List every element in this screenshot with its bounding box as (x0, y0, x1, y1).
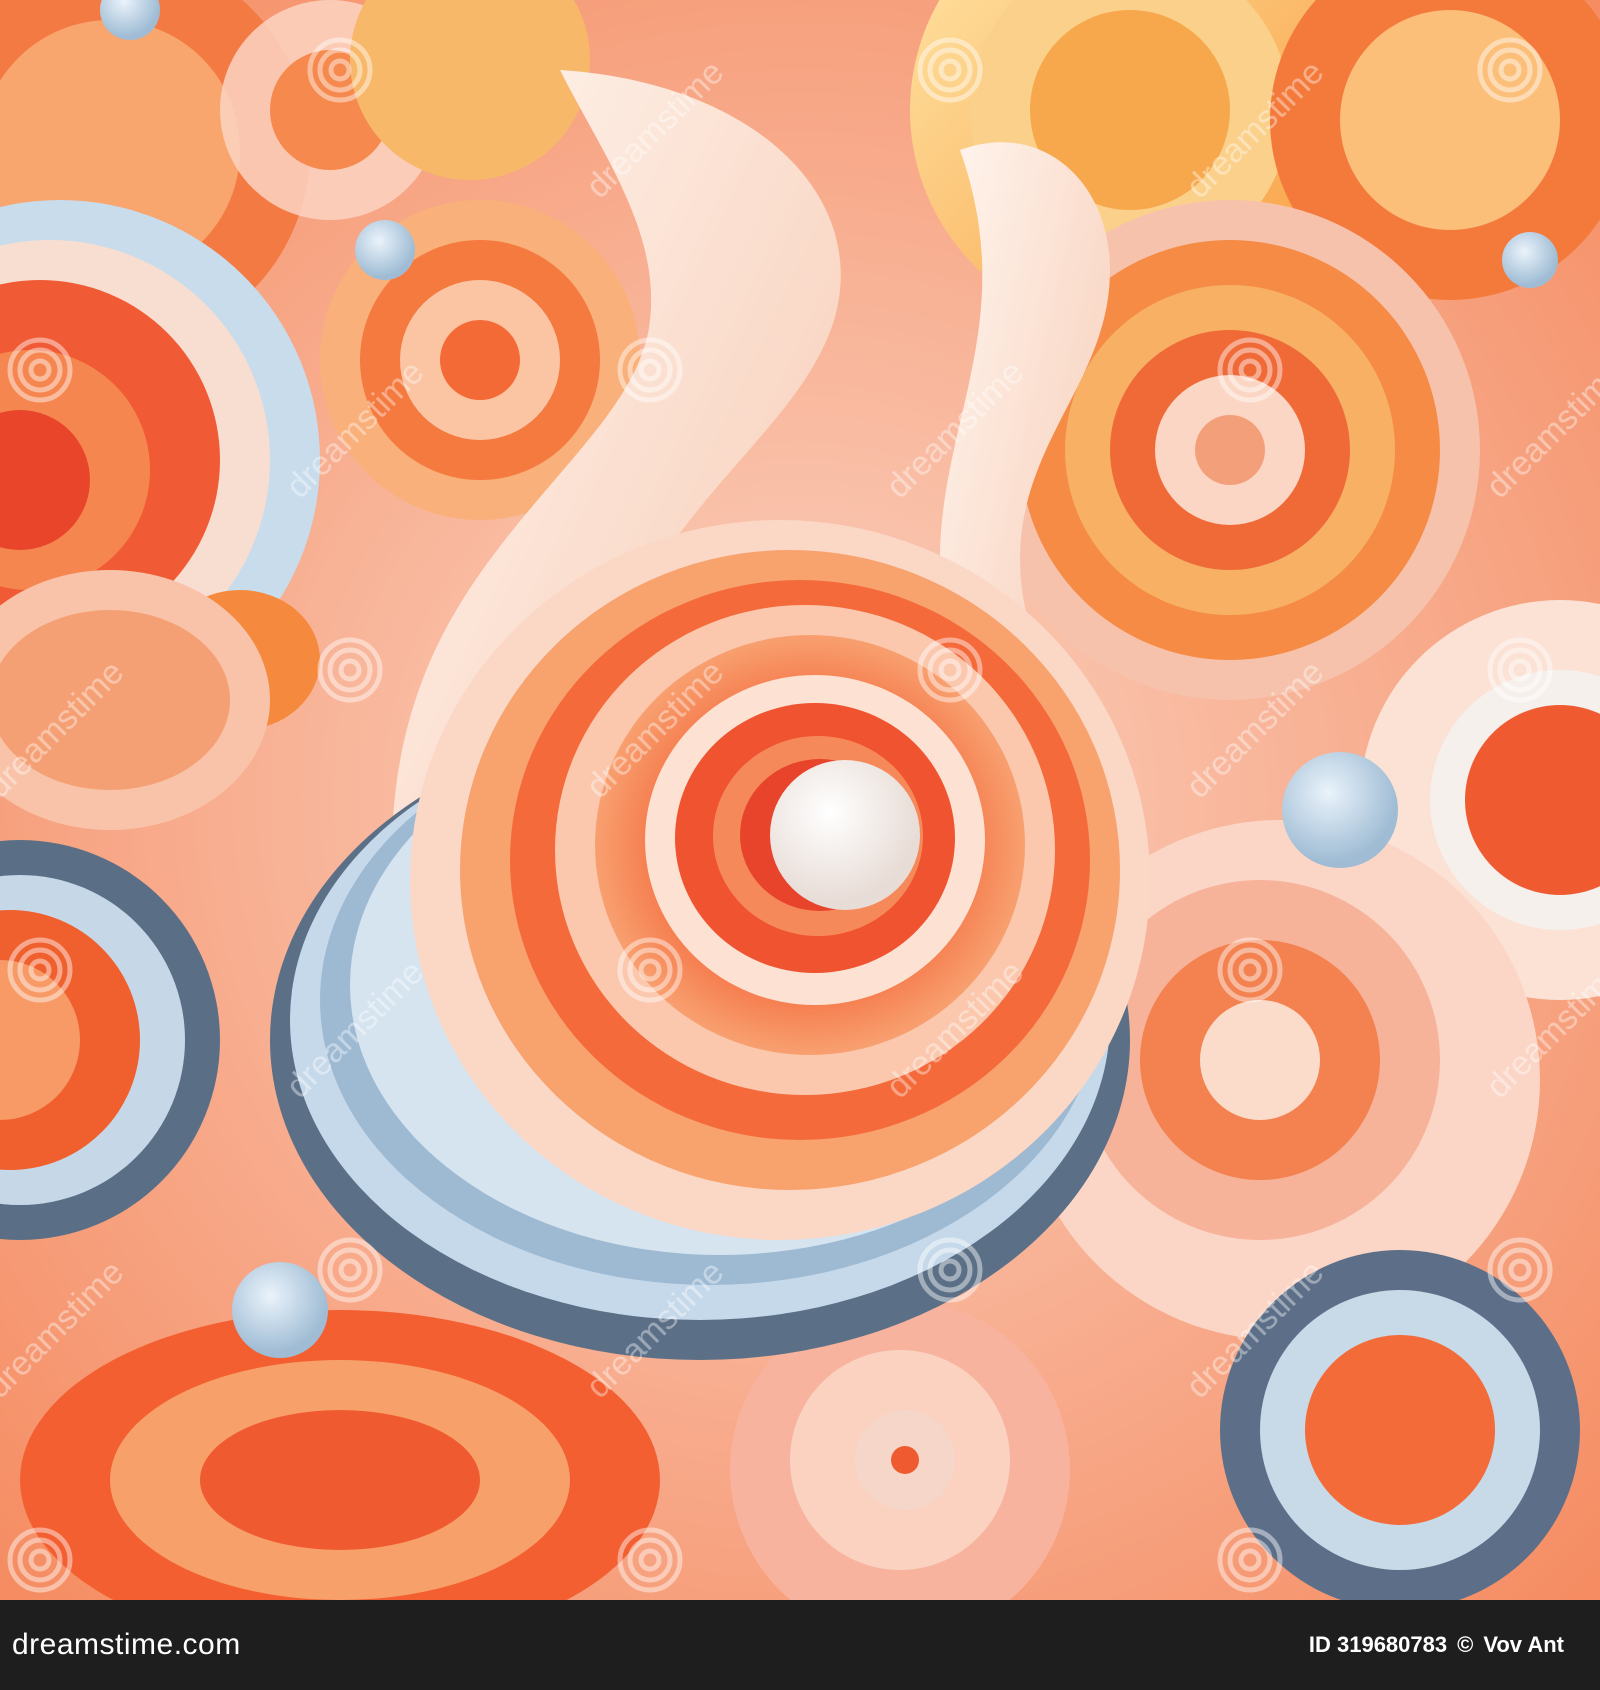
blue-sphere (1282, 752, 1398, 868)
image-id: ID 319680783 (1308, 1632, 1448, 1657)
credit-footer: dreamstime.com ID 319680783 © Vov Ant (0, 1600, 1600, 1690)
swirl-artwork (0, 0, 1600, 1600)
blue-sphere (1502, 232, 1558, 288)
blue-sphere (232, 1262, 328, 1358)
copyright-symbol: © (1457, 1632, 1474, 1657)
site-name[interactable]: dreamstime.com (12, 1628, 241, 1662)
author-name: Vov Ant (1483, 1632, 1564, 1657)
stock-photo-frame: dreamstime dreamstime dreamstime dreamst… (0, 0, 1600, 1690)
center-sphere (770, 760, 920, 910)
blue-sphere (355, 220, 415, 280)
image-credit: ID 319680783 © Vov Ant (1309, 1632, 1564, 1658)
artwork (0, 0, 1600, 1600)
central-coral-spiral (410, 520, 1150, 1240)
